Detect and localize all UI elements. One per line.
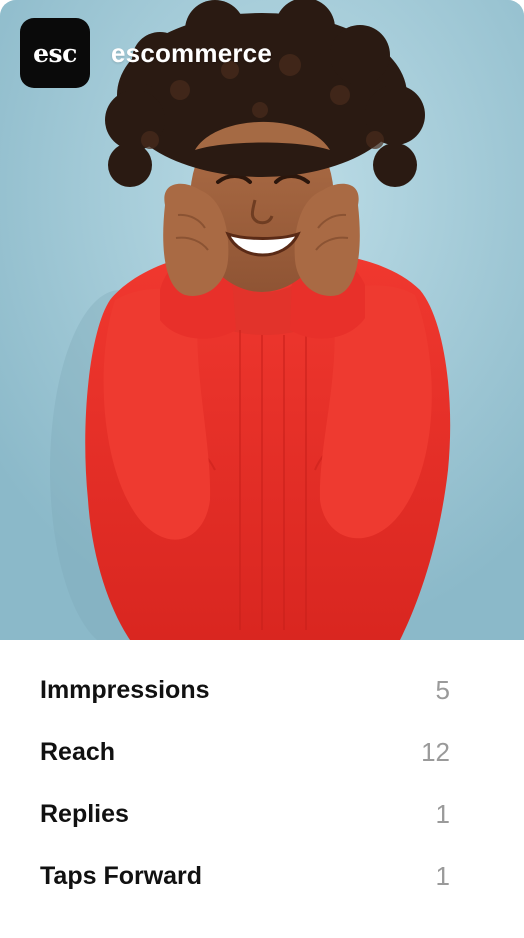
metric-label: Taps Forward (40, 861, 203, 890)
account-avatar[interactable]: esc (20, 18, 90, 88)
story-metrics: Immpressions 5 Reach 12 Replies 1 Taps F… (0, 640, 524, 938)
metric-row-replies: Replies 1 (40, 794, 450, 834)
metric-label: Replies (40, 799, 129, 828)
metric-value: 5 (435, 674, 450, 705)
metric-row-reach: Reach 12 (40, 732, 450, 772)
account-header[interactable]: esc escommerce (20, 18, 272, 88)
metric-row-impressions: Immpressions 5 (40, 670, 450, 710)
metric-value: 1 (435, 798, 450, 829)
account-name[interactable]: escommerce (111, 38, 272, 69)
metric-value: 1 (435, 860, 450, 891)
metric-label: Immpressions (40, 675, 210, 704)
metric-label: Reach (40, 737, 116, 766)
story-insights-card: esc escommerce Immpressions 5 Reach 12 R… (0, 0, 524, 938)
story-image[interactable]: esc escommerce (0, 0, 524, 640)
metric-row-taps-forward: Taps Forward 1 (40, 856, 450, 896)
woman-photo-illustration (0, 0, 524, 640)
metric-value: 12 (421, 736, 450, 767)
